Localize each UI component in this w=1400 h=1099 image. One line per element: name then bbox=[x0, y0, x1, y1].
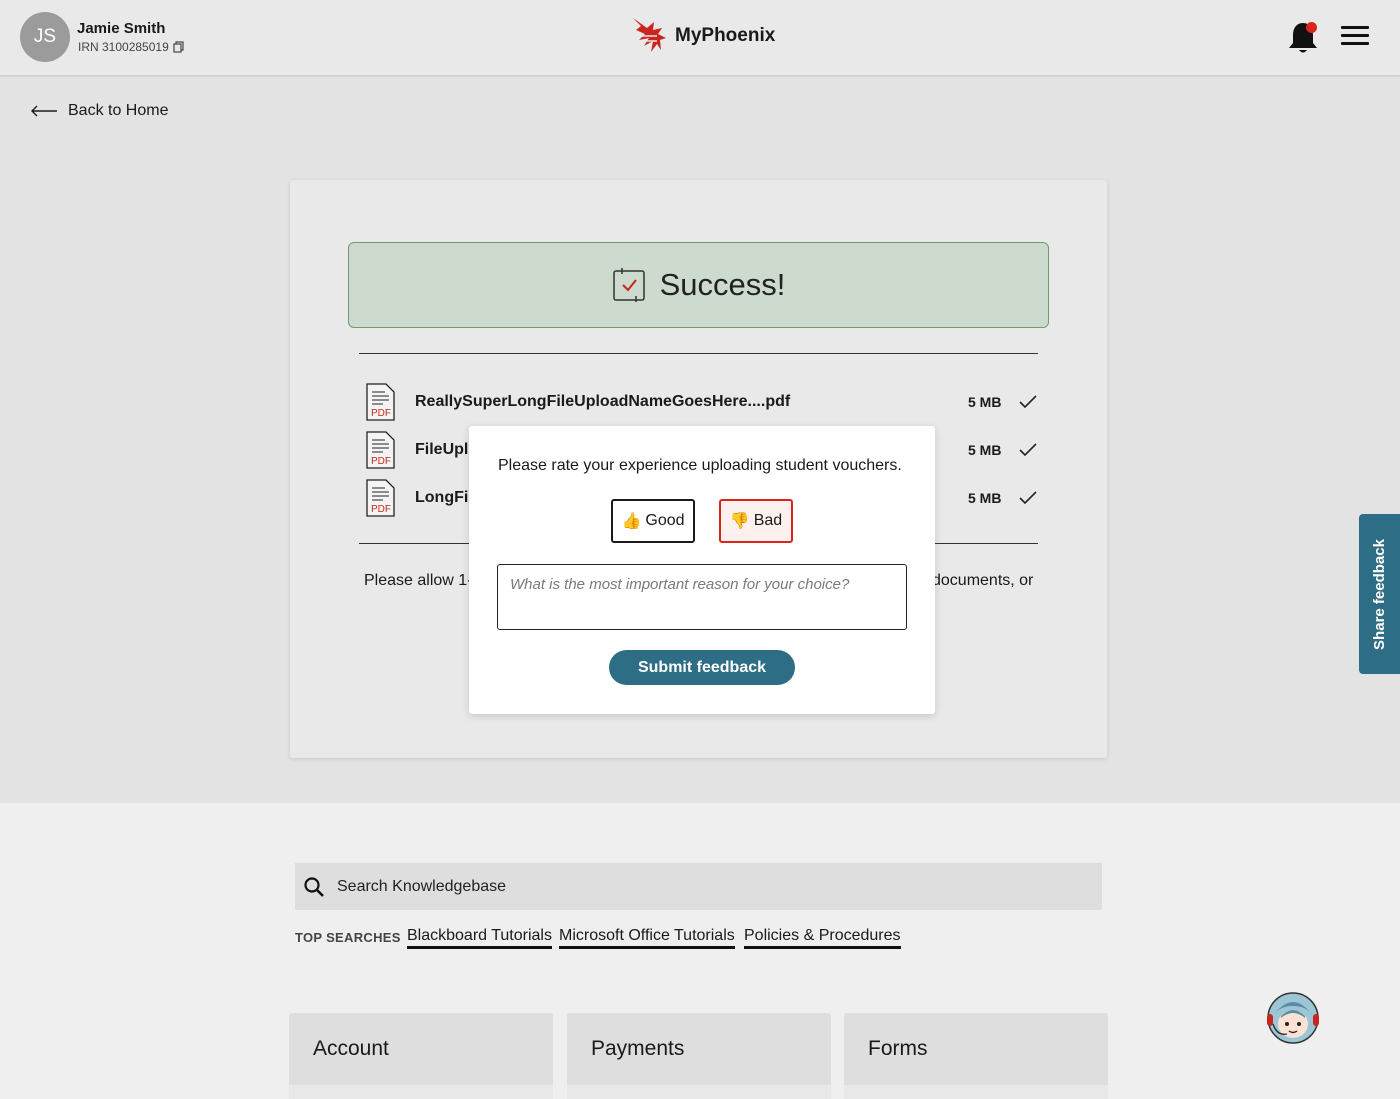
search-icon bbox=[304, 876, 324, 897]
top-search-link[interactable]: Microsoft Office Tutorials bbox=[559, 927, 735, 949]
tile-forms[interactable]: Forms bbox=[844, 1013, 1108, 1099]
thumbs-up-icon: 👍 bbox=[621, 513, 642, 530]
file-name: ReallySuperLongFileUploadNameGoesHere...… bbox=[415, 393, 791, 410]
pdf-file-icon: PDF bbox=[366, 383, 395, 421]
tile-label: Payments bbox=[591, 1037, 685, 1060]
file-size: 5 MB bbox=[968, 394, 1002, 410]
feedback-modal: Please rate your experience uploading st… bbox=[469, 426, 935, 714]
allow-text: Please allow 1- bbox=[364, 572, 473, 589]
good-label: Good bbox=[645, 512, 685, 529]
pdf-file-icon: PDF bbox=[366, 479, 395, 517]
check-icon bbox=[1019, 395, 1037, 409]
svg-text:PDF: PDF bbox=[371, 408, 391, 419]
file-row: PDF ReallySuperLongFileUploadNameGoesHer… bbox=[363, 382, 1038, 422]
reason-input[interactable] bbox=[497, 564, 907, 630]
notification-dot bbox=[1306, 22, 1317, 33]
tile-account[interactable]: Account bbox=[289, 1013, 553, 1099]
svg-text:PDF: PDF bbox=[371, 456, 391, 467]
success-banner: Success! bbox=[348, 242, 1049, 328]
avatar-initials: JS bbox=[33, 26, 57, 47]
brand-name: MyPhoenix bbox=[675, 25, 776, 46]
copy-icon[interactable] bbox=[173, 41, 184, 53]
divider bbox=[359, 353, 1038, 354]
user-name: Jamie Smith bbox=[77, 20, 166, 37]
brand-logo[interactable]: MyPhoenix bbox=[627, 14, 775, 58]
arrow-left-icon bbox=[31, 105, 57, 117]
tile-payments[interactable]: Payments bbox=[567, 1013, 831, 1099]
svg-text:PDF: PDF bbox=[371, 504, 391, 515]
user-irn: IRN 3100285019 bbox=[78, 40, 184, 54]
knowledgebase-search[interactable]: Search Knowledgebase bbox=[295, 863, 1102, 910]
allow-text-tail: documents, or bbox=[932, 572, 1034, 589]
bad-button[interactable]: 👎 Bad bbox=[719, 499, 793, 543]
phoenix-logo-icon bbox=[633, 18, 666, 52]
top-header: JS Jamie Smith IRN 3100285019 MyPhoenix bbox=[0, 0, 1400, 76]
success-title: Success! bbox=[659, 267, 786, 302]
tile-label: Forms bbox=[868, 1037, 928, 1060]
chatbot-assistant-icon[interactable] bbox=[1263, 990, 1323, 1046]
file-size: 5 MB bbox=[968, 442, 1002, 458]
pdf-file-icon: PDF bbox=[366, 431, 395, 469]
tile-label: Account bbox=[313, 1037, 389, 1060]
check-icon bbox=[1019, 443, 1037, 457]
good-button[interactable]: 👍 Good bbox=[611, 499, 695, 543]
irn-text: IRN 3100285019 bbox=[78, 40, 169, 54]
share-feedback-label: Share feedback bbox=[1371, 538, 1389, 650]
avatar[interactable]: JS bbox=[20, 12, 70, 62]
submit-feedback-button[interactable]: Submit feedback bbox=[609, 650, 795, 685]
file-size: 5 MB bbox=[968, 490, 1002, 506]
search-placeholder: Search Knowledgebase bbox=[337, 877, 507, 895]
bad-label: Bad bbox=[753, 512, 783, 529]
top-search-link[interactable]: Blackboard Tutorials bbox=[407, 927, 552, 949]
back-link-label: Back to Home bbox=[68, 102, 169, 119]
hamburger-icon[interactable] bbox=[1341, 26, 1369, 48]
check-icon bbox=[1019, 491, 1037, 505]
document-check-icon bbox=[612, 268, 645, 302]
top-searches-label: TOP SEARCHES bbox=[295, 930, 401, 945]
share-feedback-tab[interactable]: Share feedback bbox=[1359, 514, 1400, 674]
thumbs-down-icon: 👎 bbox=[729, 513, 750, 530]
rating-question: Please rate your experience uploading st… bbox=[498, 457, 902, 474]
top-search-link[interactable]: Policies & Procedures bbox=[744, 927, 901, 949]
back-to-home-link[interactable]: Back to Home bbox=[30, 102, 168, 120]
